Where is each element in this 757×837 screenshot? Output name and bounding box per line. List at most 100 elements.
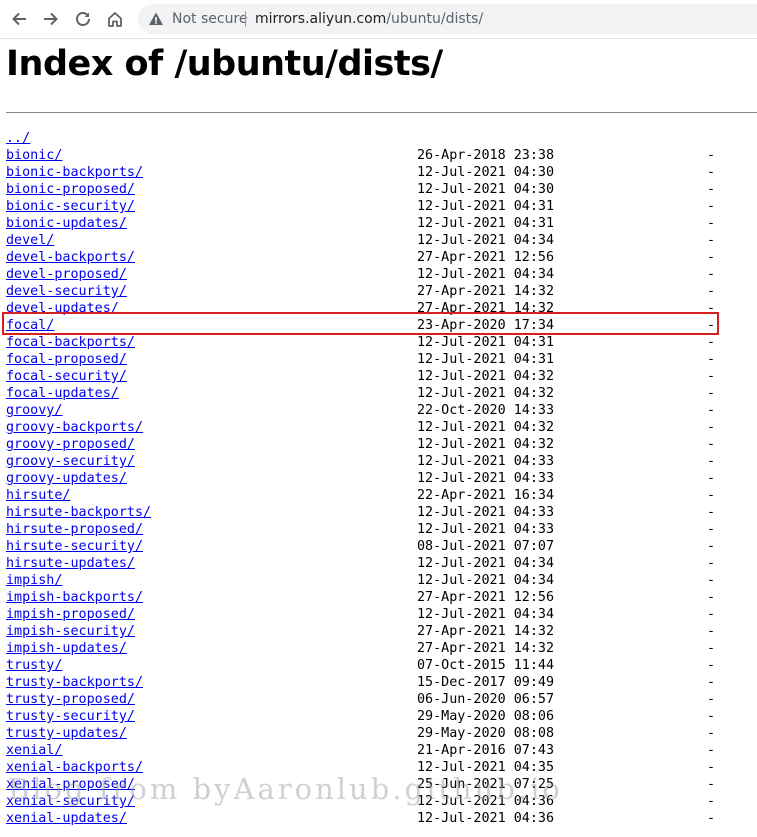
reload-button[interactable]: [72, 8, 94, 30]
directory-row: groovy-backports/12-Jul-2021 04:32 -: [0, 419, 757, 436]
directory-row: bionic-backports/12-Jul-2021 04:30 -: [0, 164, 757, 181]
warning-icon[interactable]: [148, 11, 164, 27]
directory-link[interactable]: impish-backports/: [6, 589, 143, 606]
directory-link[interactable]: bionic-backports/: [6, 164, 143, 181]
directory-link[interactable]: xenial-security/: [6, 793, 135, 810]
directory-link[interactable]: trusty-backports/: [6, 674, 143, 691]
modified-date: 15-Dec-2017 09:49: [417, 675, 555, 690]
directory-row: impish-backports/27-Apr-2021 12:56 -: [0, 589, 757, 606]
directory-row: focal/23-Apr-2020 17:34 -: [0, 317, 757, 334]
file-size: -: [707, 284, 716, 299]
url-path: /ubuntu/dists/: [386, 11, 484, 27]
modified-date: 12-Jul-2021 04:32: [417, 386, 555, 401]
horizontal-rule: [6, 112, 757, 113]
file-size: -: [707, 267, 716, 282]
modified-date: 12-Jul-2021 04:34: [417, 607, 555, 622]
directory-link[interactable]: xenial-backports/: [6, 759, 143, 776]
directory-link[interactable]: focal-proposed/: [6, 351, 127, 368]
directory-link[interactable]: impish-updates/: [6, 640, 127, 657]
file-size: -: [707, 318, 716, 333]
file-size: -: [707, 199, 716, 214]
directory-link[interactable]: bionic-updates/: [6, 215, 127, 232]
directory-link[interactable]: focal-backports/: [6, 334, 135, 351]
directory-link[interactable]: groovy/: [6, 402, 62, 419]
page-title: Index of /ubuntu/dists/: [6, 44, 443, 84]
modified-date: 27-Apr-2021 12:56: [417, 590, 555, 605]
security-label[interactable]: Not secure: [172, 11, 248, 27]
directory-link[interactable]: trusty-security/: [6, 708, 135, 725]
forward-button[interactable]: [40, 8, 62, 30]
directory-link[interactable]: bionic-security/: [6, 198, 135, 215]
directory-link[interactable]: groovy-security/: [6, 453, 135, 470]
directory-row: trusty-backports/15-Dec-2017 09:49 -: [0, 674, 757, 691]
directory-row: focal-backports/12-Jul-2021 04:31 -: [0, 334, 757, 351]
directory-link[interactable]: devel-security/: [6, 283, 127, 300]
directory-link[interactable]: focal-security/: [6, 368, 127, 385]
file-size: -: [707, 624, 716, 639]
directory-row: trusty/07-Oct-2015 11:44 -: [0, 657, 757, 674]
modified-date: 12-Jul-2021 04:30: [417, 182, 555, 197]
directory-link[interactable]: trusty/: [6, 657, 62, 674]
directory-link[interactable]: groovy-updates/: [6, 470, 127, 487]
directory-row: devel/12-Jul-2021 04:34 -: [0, 232, 757, 249]
parent-directory-row: ../: [0, 130, 757, 147]
directory-link[interactable]: trusty-updates/: [6, 725, 127, 742]
directory-link[interactable]: hirsute-security/: [6, 538, 143, 555]
file-size: -: [707, 182, 716, 197]
address-bar[interactable]: Not secure mirrors.aliyun.com/ubuntu/dis…: [138, 4, 757, 34]
directory-link[interactable]: devel-proposed/: [6, 266, 127, 283]
modified-date: 27-Apr-2021 14:32: [417, 301, 555, 316]
directory-link[interactable]: impish-proposed/: [6, 606, 135, 623]
parent-directory-link[interactable]: ../: [6, 130, 30, 147]
directory-link[interactable]: devel-backports/: [6, 249, 135, 266]
directory-link[interactable]: hirsute-proposed/: [6, 521, 143, 538]
directory-link[interactable]: bionic/: [6, 147, 62, 164]
directory-link[interactable]: impish-security/: [6, 623, 135, 640]
directory-link[interactable]: focal/: [6, 317, 54, 334]
back-button[interactable]: [8, 8, 30, 30]
directory-link[interactable]: groovy-backports/: [6, 419, 143, 436]
file-size: -: [707, 539, 716, 554]
directory-link[interactable]: focal-updates/: [6, 385, 119, 402]
file-size: -: [707, 811, 716, 826]
directory-row: xenial-backports/12-Jul-2021 04:35 -: [0, 759, 757, 776]
modified-date: 12-Jul-2021 04:33: [417, 471, 555, 486]
directory-link[interactable]: xenial-proposed/: [6, 776, 135, 793]
file-size: -: [707, 590, 716, 605]
modified-date: 07-Oct-2015 11:44: [417, 658, 555, 673]
directory-row: focal-updates/12-Jul-2021 04:32 -: [0, 385, 757, 402]
file-size: -: [707, 386, 716, 401]
directory-link[interactable]: hirsute-backports/: [6, 504, 151, 521]
directory-row: groovy-proposed/12-Jul-2021 04:32 -: [0, 436, 757, 453]
file-size: -: [707, 369, 716, 384]
file-size: -: [707, 573, 716, 588]
directory-link[interactable]: devel/: [6, 232, 54, 249]
file-size: -: [707, 437, 716, 452]
home-button[interactable]: [104, 8, 126, 30]
directory-link[interactable]: xenial/: [6, 742, 62, 759]
directory-row: devel-security/27-Apr-2021 14:32 -: [0, 283, 757, 300]
directory-row: bionic-proposed/12-Jul-2021 04:30 -: [0, 181, 757, 198]
directory-link[interactable]: trusty-proposed/: [6, 691, 135, 708]
directory-link[interactable]: impish/: [6, 572, 62, 589]
file-size: -: [707, 658, 716, 673]
modified-date: 25-Jun-2021 07:25: [417, 777, 555, 792]
file-size: -: [707, 301, 716, 316]
modified-date: 26-Apr-2018 23:38: [417, 148, 555, 163]
file-size: -: [707, 556, 716, 571]
modified-date: 12-Jul-2021 04:36: [417, 794, 555, 809]
directory-link[interactable]: hirsute/: [6, 487, 71, 504]
file-size: -: [707, 488, 716, 503]
directory-link[interactable]: groovy-proposed/: [6, 436, 135, 453]
directory-link[interactable]: hirsute-updates/: [6, 555, 135, 572]
modified-date: 27-Apr-2021 12:56: [417, 250, 555, 265]
directory-row: devel-proposed/12-Jul-2021 04:34 -: [0, 266, 757, 283]
file-size: -: [707, 352, 716, 367]
modified-date: 12-Jul-2021 04:34: [417, 573, 555, 588]
directory-row: impish-updates/27-Apr-2021 14:32 -: [0, 640, 757, 657]
url-text[interactable]: mirrors.aliyun.com/ubuntu/dists/: [255, 11, 483, 27]
directory-link[interactable]: devel-updates/: [6, 300, 119, 317]
directory-link[interactable]: xenial-updates/: [6, 810, 127, 827]
directory-link[interactable]: bionic-proposed/: [6, 181, 135, 198]
file-size: -: [707, 454, 716, 469]
